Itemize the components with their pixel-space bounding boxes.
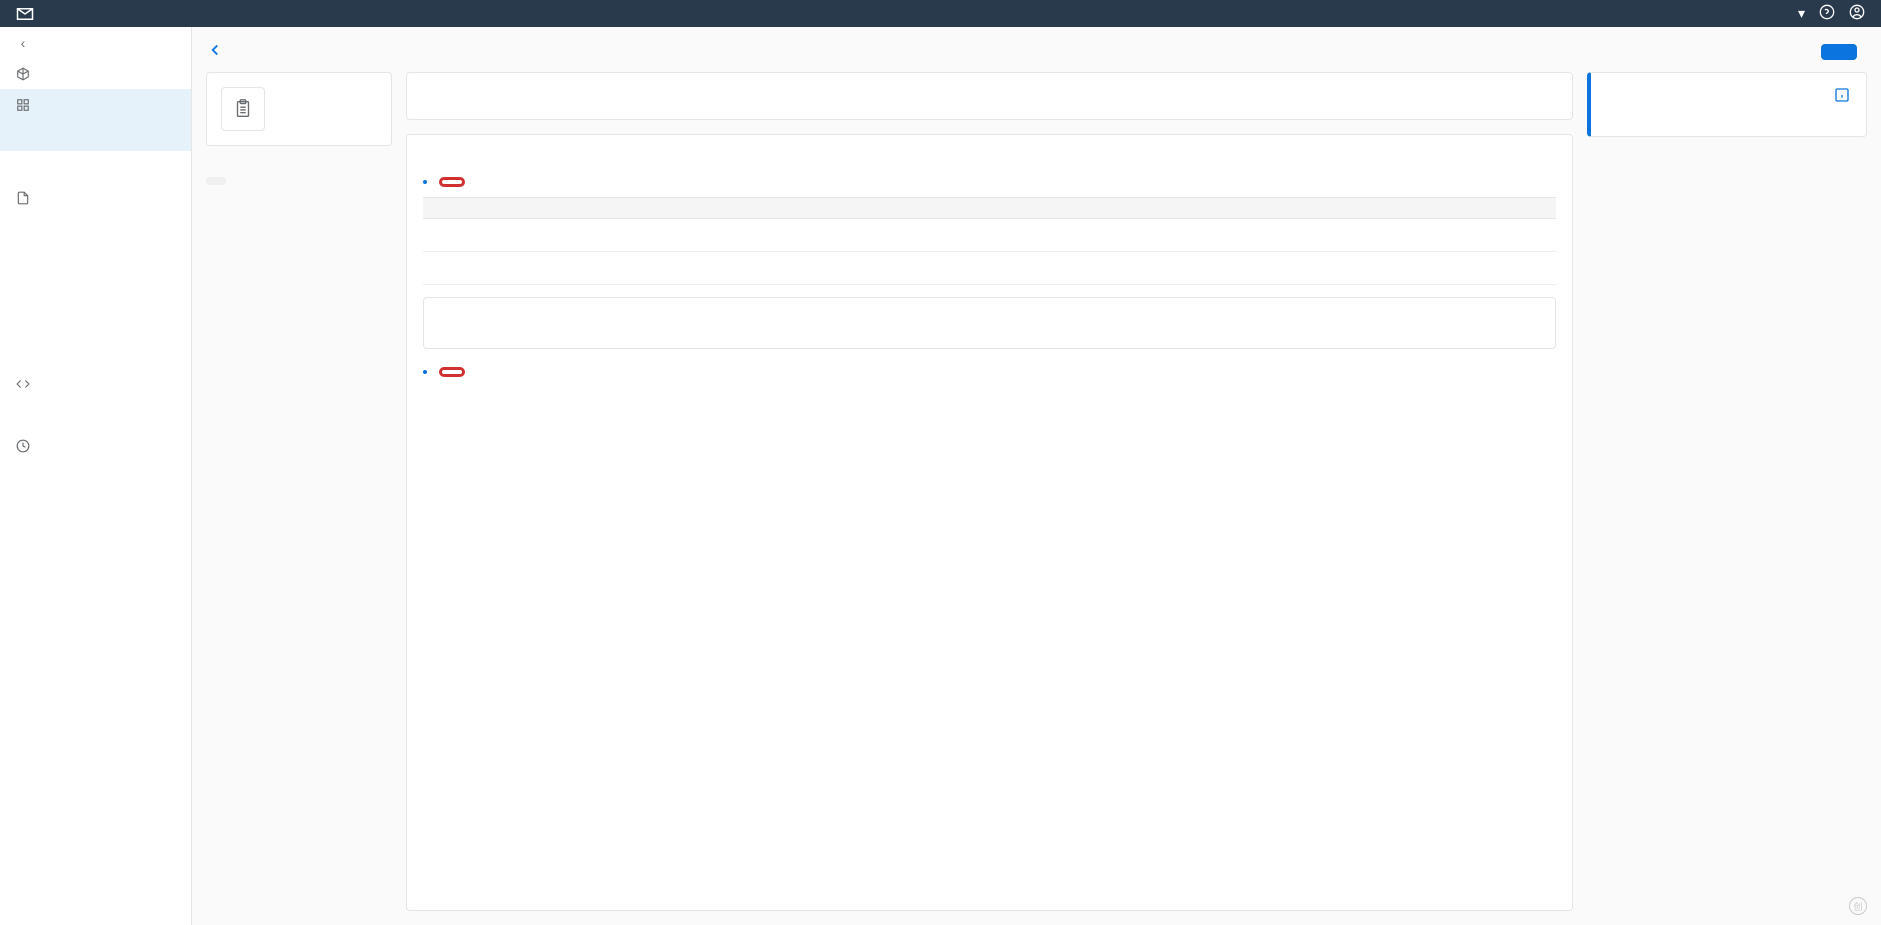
sidebar-item-operation[interactable] <box>0 430 191 461</box>
sidebar-item-overview[interactable] <box>0 58 191 89</box>
code-icon <box>12 377 34 391</box>
cell-format <box>1012 219 1193 252</box>
chevron-down-icon: ▾ <box>1798 5 1805 22</box>
sidebar-item-apis[interactable] <box>0 244 191 275</box>
col-name <box>423 198 650 219</box>
user-menu[interactable]: ▾ <box>1794 5 1805 22</box>
cube-icon <box>12 67 34 81</box>
sidebar: ‹ <box>0 27 192 925</box>
cell-default <box>1193 219 1374 252</box>
example-box <box>423 297 1556 349</box>
sidebar-item-configuration[interactable] <box>0 182 191 213</box>
add-once-button[interactable] <box>1821 44 1857 60</box>
sidebar-item-services[interactable] <box>0 554 191 585</box>
sidebar-item-back-home[interactable]: ‹ <box>0 27 191 58</box>
col-default <box>1193 198 1374 219</box>
sidebar-item-development[interactable] <box>0 368 191 399</box>
dashboard-icon <box>12 439 34 453</box>
col-description <box>1375 198 1556 219</box>
sidebar-item-catalog[interactable] <box>0 120 191 151</box>
bullet-icon <box>423 370 427 374</box>
sidebar-item-lambdas[interactable] <box>0 399 191 430</box>
highlight-annotation <box>439 367 465 377</box>
service-card <box>206 72 392 146</box>
info-icon <box>1834 87 1850 106</box>
topic-item <box>423 367 1556 377</box>
cell-type <box>831 219 1012 252</box>
cell-type <box>831 252 1012 285</box>
col-title <box>650 198 831 219</box>
sidebar-item-resources[interactable] <box>0 306 191 337</box>
cell-description <box>1375 219 1556 252</box>
col-format <box>1012 198 1193 219</box>
sidebar-item-brokers[interactable] <box>0 213 191 244</box>
doc-icon <box>12 191 34 205</box>
sidebar-item-config[interactable] <box>0 647 191 678</box>
grid-icon <box>12 98 34 112</box>
api-panel <box>406 134 1573 911</box>
sidebar-item-pods[interactable] <box>0 523 191 554</box>
general-info-panel <box>406 72 1573 120</box>
brand-logo[interactable] <box>16 7 40 21</box>
cell-default <box>1193 252 1374 285</box>
note-panel <box>1587 72 1867 137</box>
cell-format <box>1012 252 1193 285</box>
tabs <box>423 149 1556 163</box>
sidebar-item-secrets[interactable] <box>0 585 191 616</box>
sidebar-item-instances[interactable] <box>0 151 191 182</box>
back-icon[interactable] <box>206 41 224 62</box>
col-type <box>831 198 1012 219</box>
watermark: 创 <box>1849 897 1871 915</box>
sidebar-item-deployments[interactable] <box>0 461 191 492</box>
clipboard-icon <box>221 87 265 131</box>
user-icon[interactable] <box>1849 4 1865 23</box>
cell-title <box>650 252 831 285</box>
sidebar-item-permissions[interactable] <box>0 275 191 306</box>
content-header <box>192 27 1881 72</box>
sidebar-item-config-maps[interactable] <box>0 337 191 368</box>
highlight-annotation <box>439 177 465 187</box>
topbar: ▾ <box>0 0 1881 27</box>
cell-description <box>1375 252 1556 285</box>
help-icon[interactable] <box>1819 4 1835 23</box>
sidebar-item-graphql[interactable] <box>0 616 191 647</box>
bullet-icon <box>423 180 427 184</box>
table-row <box>423 252 1556 285</box>
chevron-left-icon: ‹ <box>12 35 34 51</box>
envelope-icon <box>16 7 34 21</box>
sidebar-item-replica-sets[interactable] <box>0 492 191 523</box>
sidebar-item-service-management[interactable] <box>0 89 191 120</box>
context-tag[interactable] <box>206 177 226 185</box>
cell-title <box>650 219 831 252</box>
table-row <box>423 219 1556 252</box>
topic-item <box>423 177 1556 349</box>
payload-table <box>423 197 1556 285</box>
